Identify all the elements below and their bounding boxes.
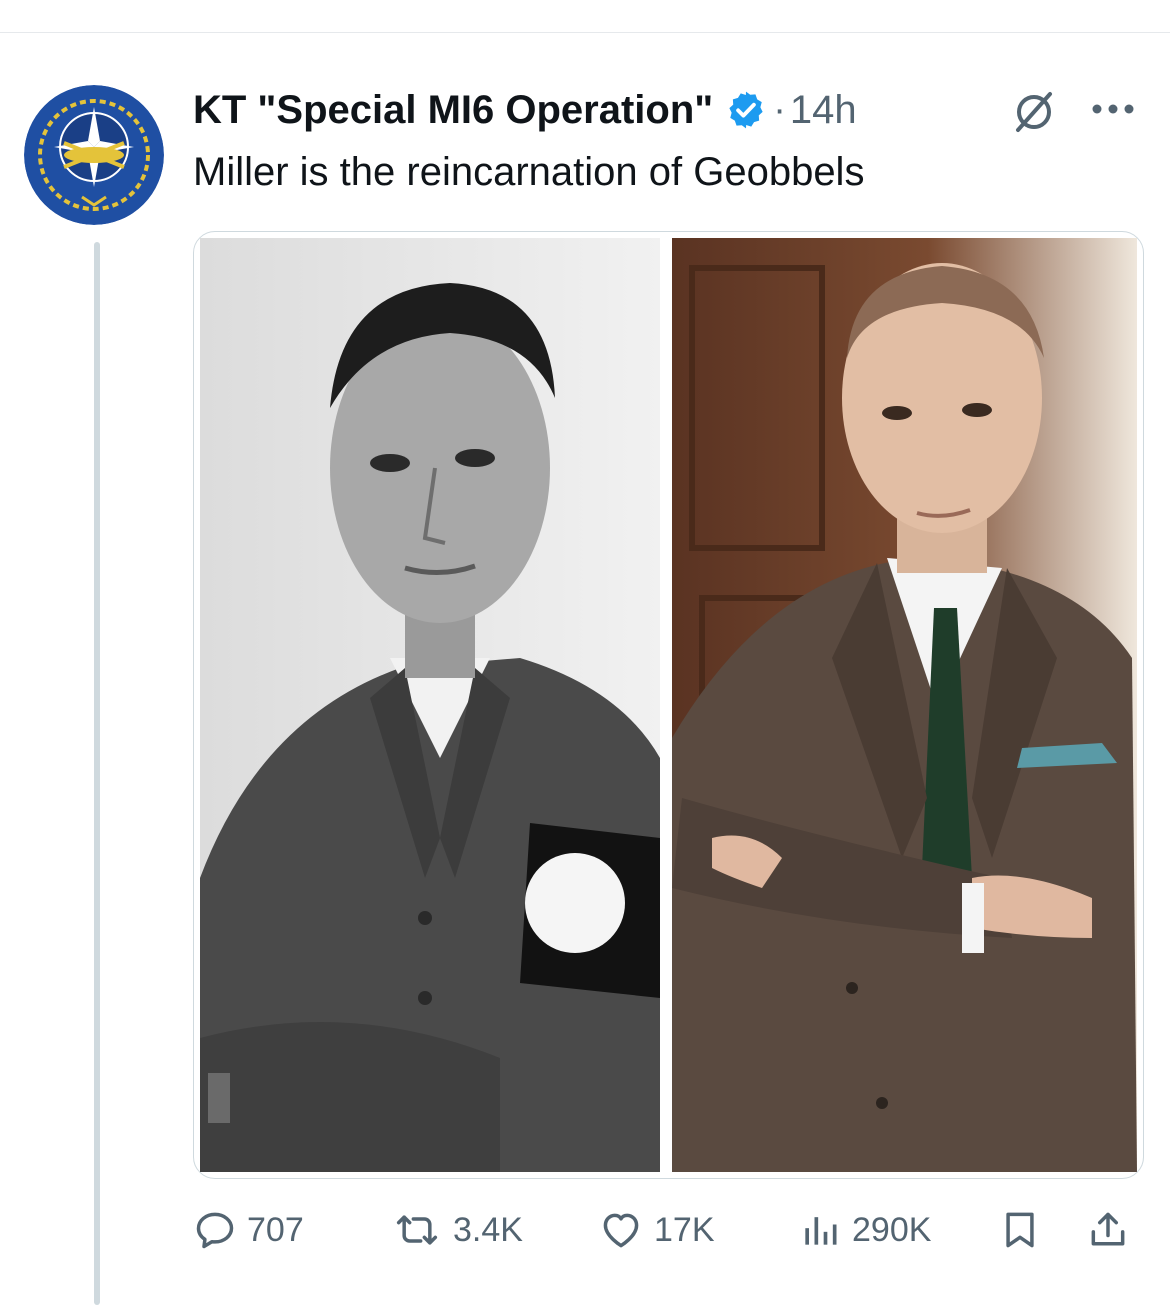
thread-line xyxy=(94,242,100,1305)
views-button[interactable]: 290K xyxy=(798,1200,931,1260)
post-time[interactable]: 14h xyxy=(790,88,857,133)
reply-icon xyxy=(196,1212,234,1249)
post-header: KT "Special MI6 Operation" · 14h xyxy=(193,84,857,136)
repost-count: 3.4K xyxy=(453,1210,523,1249)
reply-count: 707 xyxy=(247,1210,304,1249)
color-portrait-image xyxy=(672,238,1137,1172)
like-icon xyxy=(603,1213,639,1248)
avatar[interactable] xyxy=(24,85,164,225)
avatar-emblem xyxy=(24,85,164,225)
share-button[interactable] xyxy=(1086,1200,1130,1260)
repost-button[interactable]: 3.4K xyxy=(391,1200,523,1260)
post-text: Miller is the reincarnation of Geobbels xyxy=(193,150,865,194)
share-icon xyxy=(1091,1212,1125,1246)
like-count: 17K xyxy=(654,1210,715,1249)
author-name[interactable]: KT "Special MI6 Operation" xyxy=(193,88,713,133)
reply-button[interactable]: 707 xyxy=(193,1200,304,1260)
action-bar: 707 3.4K 17K 290K xyxy=(193,1200,1143,1260)
more-icon[interactable] xyxy=(1088,96,1138,122)
repost-icon xyxy=(396,1215,438,1245)
bookmark-icon xyxy=(1006,1212,1034,1248)
like-button[interactable]: 17K xyxy=(598,1200,715,1260)
views-icon xyxy=(805,1217,837,1245)
grok-icon[interactable] xyxy=(1010,88,1058,136)
verified-badge-icon[interactable] xyxy=(725,89,767,131)
photo-right[interactable] xyxy=(672,238,1137,1172)
top-divider xyxy=(0,32,1170,33)
photo-left[interactable] xyxy=(200,238,660,1172)
time-separator: · xyxy=(773,88,786,131)
view-count: 290K xyxy=(852,1210,932,1249)
bookmark-button[interactable] xyxy=(998,1200,1042,1260)
post-media[interactable] xyxy=(193,231,1144,1179)
bw-portrait-image xyxy=(200,238,660,1172)
